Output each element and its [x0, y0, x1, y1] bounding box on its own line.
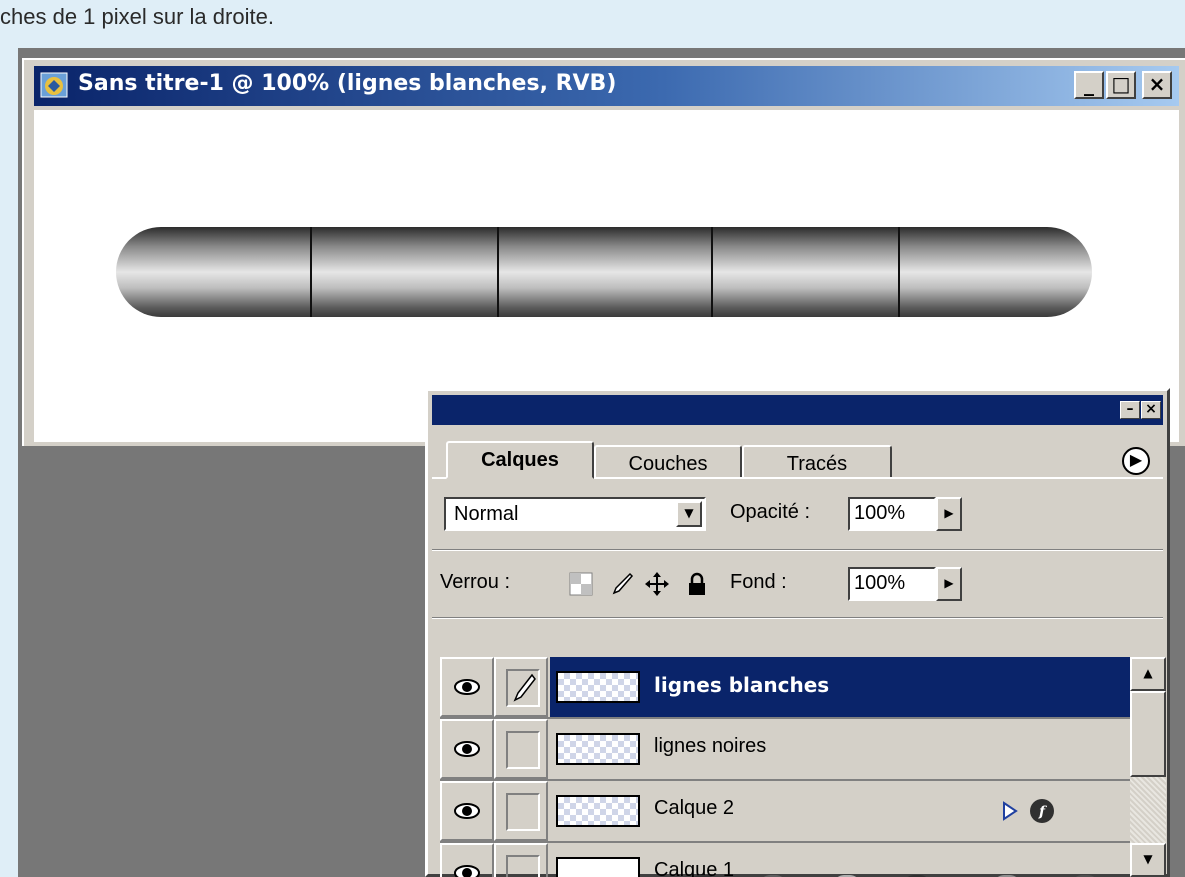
- link-toggle[interactable]: [494, 719, 548, 779]
- link-slot: [506, 731, 540, 769]
- eye-icon: [454, 865, 480, 877]
- layer-body[interactable]: Calque 2 f: [550, 781, 1130, 841]
- eye-icon: [454, 741, 480, 757]
- opacity-field[interactable]: 100%: [848, 497, 936, 531]
- chevron-down-icon[interactable]: ▼: [676, 501, 702, 527]
- fill-arrow-icon[interactable]: ▶: [936, 567, 962, 601]
- photoshop-app-icon: [40, 72, 68, 98]
- layer-name: lignes noires: [654, 735, 767, 757]
- close-button[interactable]: ×: [1142, 71, 1172, 99]
- visibility-toggle[interactable]: [440, 843, 494, 877]
- layer-thumbnail: [556, 857, 640, 877]
- tab-traces[interactable]: Tracés: [742, 445, 892, 479]
- eye-icon: [454, 803, 480, 819]
- expand-effects-icon[interactable]: [1002, 801, 1018, 821]
- maximize-button[interactable]: □: [1106, 71, 1136, 99]
- opacity-arrow-icon[interactable]: ▶: [936, 497, 962, 531]
- palette-titlebar[interactable]: – ×: [432, 395, 1163, 425]
- layer-name: lignes blanches: [654, 673, 830, 697]
- palette-close-button[interactable]: ×: [1141, 401, 1161, 419]
- layer-row[interactable]: Calque 2 f: [440, 781, 1130, 843]
- link-slot: [506, 669, 540, 707]
- fill-field[interactable]: 100%: [848, 567, 936, 601]
- tab-calques[interactable]: Calques: [446, 441, 594, 479]
- minimize-button[interactable]: _: [1074, 71, 1104, 99]
- lock-move-icon[interactable]: [644, 571, 670, 597]
- link-slot: [506, 793, 540, 831]
- photoshop-workspace: Sans titre-1 @ 100% (lignes blanches, RV…: [0, 48, 1185, 877]
- paint-brush-icon: [513, 673, 536, 702]
- layer-name: Calque 2: [654, 797, 735, 819]
- link-toggle[interactable]: [494, 657, 548, 717]
- layer-list: lignes blanches lignes noires Calque 2 f…: [440, 657, 1130, 877]
- document-titlebar[interactable]: Sans titre-1 @ 100% (lignes blanches, RV…: [34, 66, 1179, 106]
- lock-all-icon[interactable]: [684, 571, 710, 597]
- divider: [432, 617, 1163, 619]
- layer-thumbnail: [556, 671, 640, 703]
- scroll-up-icon[interactable]: ▲: [1130, 657, 1166, 691]
- tab-couches[interactable]: Couches: [594, 445, 742, 479]
- layers-palette: – × Calques Couches Tracés ▶ Normal ▼ Op…: [425, 388, 1170, 877]
- opacity-label: Opacité :: [730, 501, 811, 523]
- eye-icon: [454, 679, 480, 695]
- layer-row[interactable]: lignes noires: [440, 719, 1130, 781]
- layer-body[interactable]: lignes blanches: [550, 657, 1130, 717]
- lock-transparency-icon[interactable]: [568, 571, 594, 597]
- scroll-thumb[interactable]: [1130, 691, 1166, 777]
- separator-line: [310, 227, 312, 317]
- visibility-toggle[interactable]: [440, 719, 494, 779]
- desktop-margin: [0, 48, 18, 877]
- link-toggle[interactable]: [494, 781, 548, 841]
- separator-line: [497, 227, 499, 317]
- separator-line: [711, 227, 713, 317]
- caption-text: ches de 1 pixel sur la droite.: [0, 4, 274, 29]
- scroll-down-icon[interactable]: ▼: [1130, 843, 1166, 877]
- blend-mode-value: Normal: [454, 503, 519, 525]
- layer-list-scrollbar[interactable]: ▲ ▼: [1130, 657, 1166, 877]
- layer-row[interactable]: lignes blanches: [440, 657, 1130, 719]
- lock-label: Verrou :: [440, 571, 511, 593]
- link-toggle[interactable]: [494, 843, 548, 877]
- divider: [432, 549, 1163, 551]
- layer-body[interactable]: lignes noires: [550, 719, 1130, 779]
- layer-style-fx-icon[interactable]: f: [1028, 797, 1056, 825]
- layer-thumbnail: [556, 733, 640, 765]
- blend-mode-select[interactable]: Normal ▼: [444, 497, 706, 531]
- separator-line: [898, 227, 900, 317]
- metallic-button-bar: [116, 227, 1092, 317]
- layer-name: Calque 1: [654, 859, 735, 877]
- visibility-toggle[interactable]: [440, 657, 494, 717]
- lock-paint-brush-icon[interactable]: [608, 571, 634, 597]
- layer-thumbnail: [556, 795, 640, 827]
- document-title: Sans titre-1 @ 100% (lignes blanches, RV…: [78, 71, 617, 96]
- link-slot: [506, 855, 540, 877]
- palette-menu-icon[interactable]: ▶: [1122, 447, 1150, 475]
- visibility-toggle[interactable]: [440, 781, 494, 841]
- layer-row[interactable]: Calque 1: [440, 843, 1130, 877]
- palette-minimize-button[interactable]: –: [1120, 401, 1140, 419]
- layer-body[interactable]: Calque 1: [550, 843, 1130, 877]
- fill-label: Fond :: [730, 571, 787, 593]
